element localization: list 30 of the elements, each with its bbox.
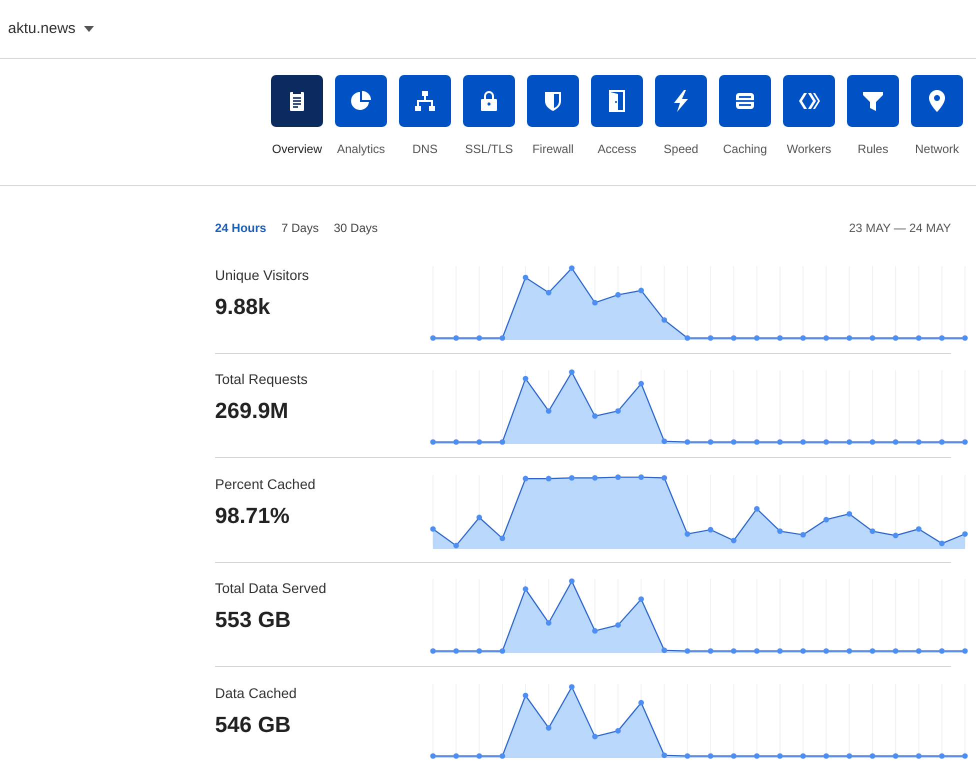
- nav-tab[interactable]: Rules: [841, 75, 905, 185]
- dropdown-caret-icon[interactable]: [84, 26, 94, 32]
- pie-chart-icon: [349, 89, 373, 113]
- nav-tab[interactable]: Firewall: [521, 75, 585, 185]
- filter-icon: [861, 89, 885, 113]
- nav-tab[interactable]: Speed: [649, 75, 713, 185]
- nav-tab[interactable]: Network: [905, 75, 969, 185]
- metric-label: Percent Cached: [215, 474, 316, 494]
- nav-tab[interactable]: Caching: [713, 75, 777, 185]
- range-tab[interactable]: 7 Days: [281, 219, 319, 237]
- metric-label: Unique Visitors: [215, 266, 310, 285]
- nav-tab[interactable]: Workers: [777, 75, 841, 185]
- metric-label: Data Cached: [215, 684, 298, 703]
- nav-tab[interactable]: Analytics: [329, 75, 393, 185]
- metric-value: 546 GB: [215, 710, 292, 739]
- nav-tab[interactable]: Access: [585, 75, 649, 185]
- metric-value: 98.71%: [215, 502, 291, 530]
- metric-value: 269.9M: [215, 397, 290, 426]
- date-range: 23 MAY — 24 MAY: [848, 220, 951, 237]
- range-tab[interactable]: 30 Days: [334, 219, 378, 237]
- metric-value: 553 GB: [215, 606, 292, 634]
- nav-tab[interactable]: DNS: [393, 75, 457, 185]
- nav-tab[interactable]: SSL/TLS: [457, 75, 521, 185]
- nav-tab[interactable]: Overview: [265, 75, 329, 185]
- metric-label: Total Requests: [215, 370, 309, 390]
- site-name: aktu.news: [8, 18, 76, 39]
- network-tree-icon: [413, 89, 437, 113]
- range-tab[interactable]: 24 Hours: [215, 219, 266, 237]
- metric-label: Total Data Served: [215, 579, 328, 598]
- metric-value: 9.88k: [215, 292, 272, 321]
